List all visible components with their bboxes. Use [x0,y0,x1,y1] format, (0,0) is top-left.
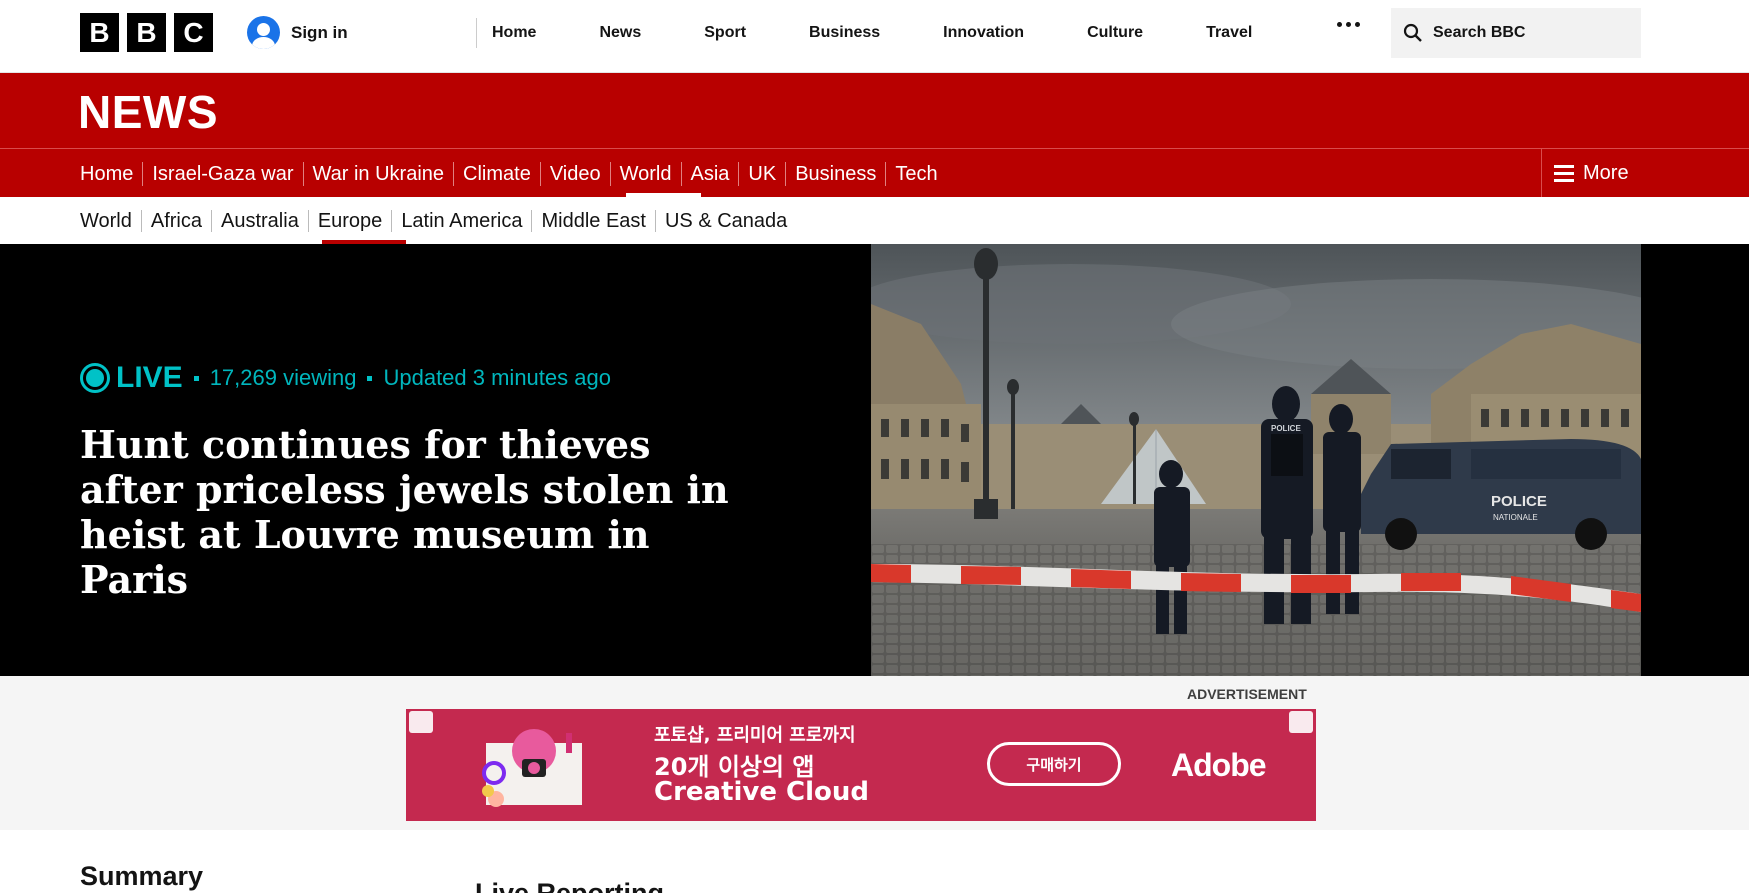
nav-business[interactable]: Business [809,24,880,42]
ad-line1: 포토샵, 프리미어 프로까지 [654,725,856,746]
bbc-main-nav: Home News Sport Business Innovation Cult… [476,18,1300,48]
live-label: LIVE [116,361,183,394]
nav-news[interactable]: News [599,24,641,42]
subsection-europe[interactable]: Europe [307,209,392,232]
nav-sport[interactable]: Sport [704,24,746,42]
bbc-logo-letter: B [127,13,166,52]
advertisement-label: ADVERTISEMENT [1187,686,1307,702]
viewing-count: 17,269 viewing [209,365,357,390]
section-asia[interactable]: Asia [680,161,739,186]
section-war-in-ukraine[interactable]: War in Ukraine [302,161,454,186]
subsection-latin-america[interactable]: Latin America [391,209,531,232]
subsection-australia[interactable]: Australia [211,209,308,232]
updated-time: Updated 3 minutes ago [383,365,611,390]
svg-text:NATIONALE: NATIONALE [1493,513,1538,522]
hero-headline[interactable]: Hunt continues for thieves after pricele… [80,422,760,602]
section-tech[interactable]: Tech [885,161,946,186]
adobe-ad-banner[interactable]: 포토샵, 프리미어 프로까지 20개 이상의 앱 Creative Cloud … [406,709,1316,821]
section-more-label: More [1583,162,1629,184]
section-more-button[interactable]: More [1541,149,1629,198]
sign-in-button[interactable]: Sign in [247,16,348,49]
bbc-logo[interactable]: B B C [80,13,213,52]
section-business[interactable]: Business [785,161,885,186]
news-masthead: NEWS [0,73,1749,148]
hamburger-icon [1554,165,1574,182]
ad-buy-button[interactable]: 구매하기 [987,742,1121,786]
ad-info-icon[interactable] [1289,711,1313,733]
live-reporting-heading: Live Reporting [475,878,665,893]
bbc-top-bar: B B C Sign in Home News Sport Business I… [0,0,1749,73]
section-world[interactable]: World [609,161,681,186]
live-status-line: LIVE 17,269 viewing Updated 3 minutes ag… [80,361,611,395]
bbc-logo-letter: B [80,13,119,52]
ad-line3: Creative Cloud [654,777,870,807]
nav-travel[interactable]: Travel [1206,24,1252,42]
search-label: Search BBC [1433,24,1526,41]
subsection-world[interactable]: World [80,210,141,232]
live-icon [80,363,110,393]
summary-heading: Summary [80,861,204,891]
ad-illustration-icon [482,729,582,807]
nav-home[interactable]: Home [492,24,536,42]
vest-police-text: POLICE [1271,424,1301,433]
section-israel-gaza-war[interactable]: Israel-Gaza war [142,161,302,186]
van-police-text: POLICE [1491,493,1547,510]
news-logo[interactable]: NEWS [78,85,218,139]
news-section-nav: Home Israel-Gaza war War in Ukraine Clim… [0,148,1749,198]
user-account-icon [247,16,280,49]
subsection-us-canada[interactable]: US & Canada [654,209,796,232]
subsection-africa[interactable]: Africa [140,209,211,232]
section-climate[interactable]: Climate [453,161,540,186]
hero-photo-louvre-police: POLICE NATIONALE POLICE [871,244,1641,676]
world-subsection-nav: World Africa Australia Europe Latin Amer… [0,197,1749,244]
search-icon [1403,23,1422,42]
bbc-logo-letter: C [174,13,213,52]
hero-live-story[interactable]: LIVE 17,269 viewing Updated 3 minutes ag… [0,244,1749,676]
sign-in-label: Sign in [291,22,348,42]
section-video[interactable]: Video [539,161,610,186]
section-uk[interactable]: UK [738,161,785,186]
advertisement-zone: ADVERTISEMENT 포토샵, 프리미어 프로까지 20개 이상의 앱 C… [0,676,1749,830]
search-bbc-button[interactable]: Search BBC [1391,8,1641,58]
nav-culture[interactable]: Culture [1087,24,1143,42]
subsection-middle-east[interactable]: Middle East [531,209,655,232]
section-home[interactable]: Home [80,149,142,198]
nav-innovation[interactable]: Innovation [943,24,1024,42]
more-menu-icon[interactable] [1337,22,1360,27]
adobe-logo: Adobe [1171,747,1267,783]
ad-choices-icon[interactable] [409,711,433,733]
